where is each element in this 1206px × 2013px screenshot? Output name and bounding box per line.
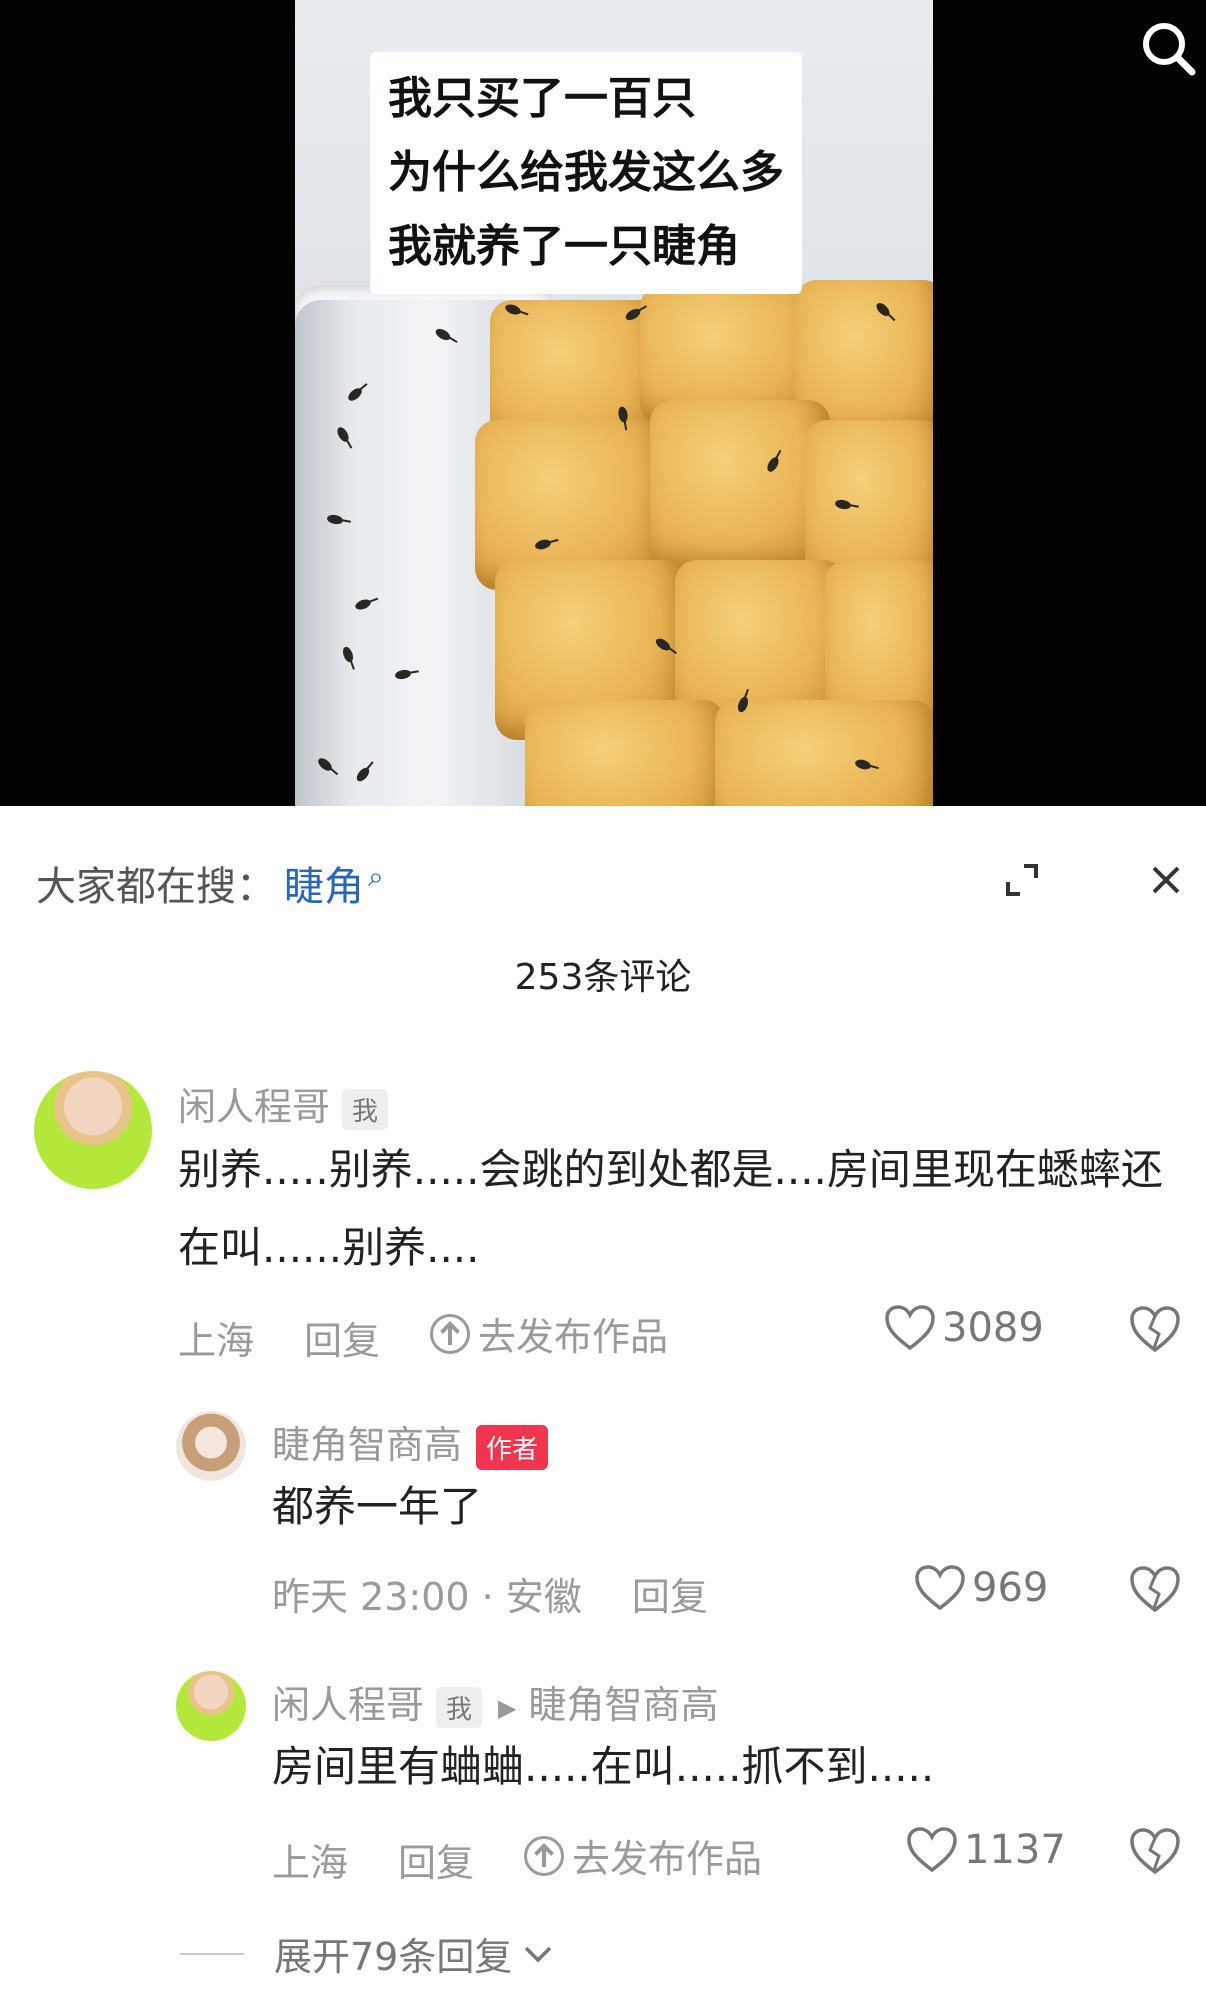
comment-text: 都养一年了: [272, 1482, 483, 1531]
caption-line: 我就养了一只睫角: [388, 221, 740, 272]
broken-heart-icon: [1130, 1828, 1180, 1875]
comment-text: 房间里有蛐蛐.....在叫.....抓不到.....: [272, 1742, 935, 1791]
upload-circle-icon: [430, 1313, 471, 1354]
me-badge: 我: [436, 1687, 483, 1728]
like-button[interactable]: 969: [914, 1564, 1048, 1612]
video-caption: 我只买了一百只 为什么给我发这么多 我就养了一只睫角: [370, 52, 802, 294]
chevron-down-icon: [525, 1946, 552, 1962]
expand-button[interactable]: [1000, 858, 1044, 902]
dislike-button[interactable]: [1128, 1304, 1182, 1354]
like-count: 3089: [942, 1305, 1044, 1351]
caption-line: 为什么给我发这么多: [388, 147, 784, 198]
video-player[interactable]: 我只买了一百只 为什么给我发这么多 我就养了一只睫角: [0, 0, 1206, 806]
comment-author[interactable]: 睫角智商高 作者: [272, 1414, 549, 1470]
divider: [180, 1952, 244, 1955]
trending-prefix: 大家都在搜：: [36, 864, 276, 910]
reply-button[interactable]: 回复: [632, 1575, 708, 1619]
comment-meta: 昨天 23:00 · 安徽 回复: [272, 1566, 758, 1621]
egg-crate-cell: [525, 700, 725, 806]
avatar[interactable]: [176, 1411, 246, 1481]
comment-count: 253条评论: [514, 957, 692, 998]
caption-line: 我只买了一百只: [388, 73, 696, 124]
avatar[interactable]: [34, 1071, 152, 1189]
broken-heart-icon: [1130, 1566, 1180, 1613]
username[interactable]: 睫角智商高: [272, 1423, 462, 1467]
comment-sheet: 大家都在搜： 睫角 ⌕ 253条评论 闲人程哥我 别养.....别养.....会跳的…: [0, 806, 1206, 2013]
dislike-button[interactable]: [1128, 1564, 1182, 1614]
username[interactable]: 闲人程哥: [272, 1683, 424, 1727]
like-count: 1137: [964, 1827, 1066, 1873]
comment-author[interactable]: 闲人程哥我: [178, 1076, 389, 1131]
reply-arrow-icon: ▶: [498, 1693, 517, 1722]
close-icon: [1152, 866, 1180, 894]
reply-button[interactable]: 回复: [398, 1841, 474, 1885]
reply-button[interactable]: 回复: [304, 1319, 380, 1363]
close-button[interactable]: [1146, 860, 1186, 900]
expand-icon: [1006, 864, 1038, 896]
reply-to-user[interactable]: 睫角智商高: [529, 1683, 719, 1727]
broken-heart-icon: [1130, 1306, 1180, 1353]
comment-location: 上海: [178, 1318, 255, 1363]
comment-text: 别养.....别养.....会跳的到处都是....房间里现在蟋蟀还在叫.....…: [178, 1145, 1163, 1272]
avatar[interactable]: [176, 1671, 246, 1741]
comment-meta: 上海 回复 去发布作品: [272, 1828, 812, 1887]
like-button[interactable]: 1137: [906, 1826, 1066, 1874]
search-icon: [1143, 23, 1196, 76]
comment-meta: 上海 回复 去发布作品: [178, 1306, 718, 1365]
author-badge: 作者: [476, 1425, 549, 1470]
search-small-icon: ⌕: [368, 860, 384, 893]
expand-replies-button[interactable]: 展开79条回复: [180, 1926, 556, 1981]
comment-time-location: 昨天 23:00 · 安徽: [272, 1575, 582, 1619]
comment-author[interactable]: 闲人程哥我 ▶ 睫角智商高: [272, 1674, 719, 1729]
like-button[interactable]: 3089: [884, 1304, 1044, 1352]
publish-work-button[interactable]: 去发布作品: [430, 1306, 668, 1361]
expand-replies-label: 展开79条回复: [274, 1935, 513, 1979]
egg-crate-cell: [650, 400, 830, 570]
comment-location: 上海: [272, 1840, 349, 1885]
dislike-button[interactable]: [1128, 1826, 1182, 1876]
egg-crate-cell: [715, 700, 933, 806]
trending-search: 大家都在搜： 睫角 ⌕: [36, 854, 384, 912]
upload-circle-icon: [524, 1835, 565, 1876]
heart-icon: [885, 1305, 935, 1351]
publish-work-button[interactable]: 去发布作品: [524, 1828, 762, 1883]
heart-icon: [907, 1827, 957, 1873]
username[interactable]: 闲人程哥: [178, 1085, 330, 1129]
trending-term-link[interactable]: 睫角: [284, 864, 364, 910]
me-badge: 我: [342, 1089, 389, 1130]
heart-icon: [915, 1565, 965, 1611]
like-count: 969: [972, 1565, 1049, 1611]
search-button[interactable]: [1138, 18, 1198, 78]
